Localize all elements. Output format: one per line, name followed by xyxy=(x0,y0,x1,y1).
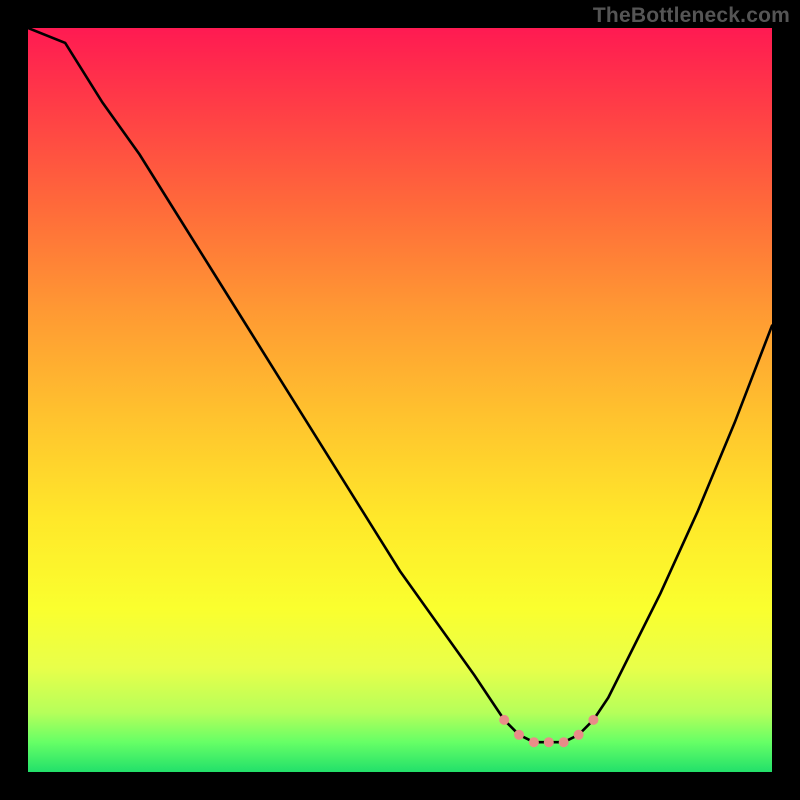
trough-c xyxy=(559,737,569,747)
trough-b xyxy=(529,737,539,747)
chart-svg xyxy=(28,28,772,772)
trough-left xyxy=(499,715,509,725)
trough-markers xyxy=(499,715,598,747)
trough-a xyxy=(514,730,524,740)
trough-d xyxy=(574,730,584,740)
trough-min xyxy=(544,737,554,747)
trough-right xyxy=(588,715,598,725)
watermark-text: TheBottleneck.com xyxy=(593,4,790,28)
bottleneck-curve-path xyxy=(28,28,772,742)
chart-plot-area xyxy=(28,28,772,772)
